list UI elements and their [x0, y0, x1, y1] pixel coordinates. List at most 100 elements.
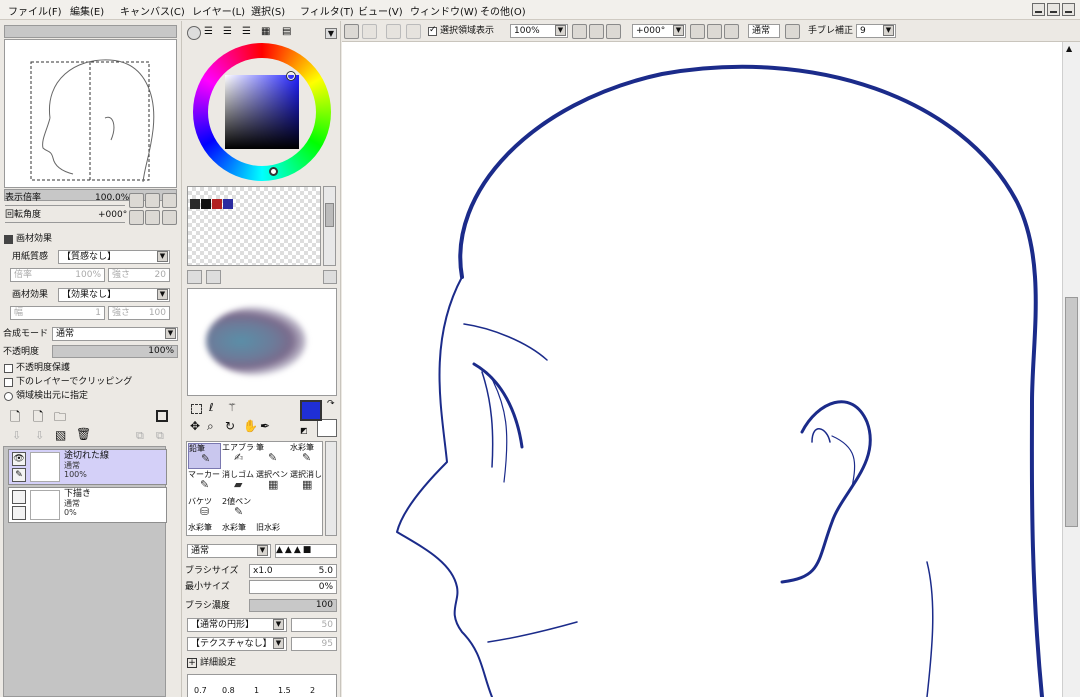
vertical-scrollbar[interactable]: ▲ [1062, 42, 1080, 697]
close-icon[interactable] [1062, 3, 1075, 16]
tool-airbrush[interactable]: エアブラシ✍ [222, 443, 255, 469]
saturation-value-square[interactable] [225, 75, 299, 149]
tool-bucket[interactable]: バケツ ⛁ [188, 497, 221, 523]
chevron-down-icon[interactable]: ▼ [325, 28, 337, 39]
pen-icon[interactable]: ✎ [12, 468, 26, 482]
zoom-icon[interactable]: ⌕ [207, 419, 214, 434]
primary-color[interactable] [300, 400, 322, 421]
size-preset[interactable]: 2 [310, 686, 315, 695]
palette-swatch[interactable] [190, 199, 200, 209]
minimize-icon[interactable] [1032, 3, 1045, 16]
blend-mode-select[interactable]: 通常 [52, 327, 178, 341]
eye-icon[interactable]: 👁 [12, 452, 26, 466]
new-layer-2-icon[interactable]: 🗋 [33, 408, 43, 430]
rotate-reset-icon[interactable] [162, 210, 177, 225]
detail-settings-label[interactable]: 詳細設定 [200, 657, 236, 669]
palette-swatch[interactable] [212, 199, 222, 209]
zoom-out-icon[interactable] [572, 24, 587, 39]
scratchpad-icon[interactable]: ▤ [282, 26, 296, 40]
tool-watercolor-2[interactable]: 水彩筆 [188, 523, 221, 535]
tool-marker[interactable]: マーカー ✎ [188, 470, 221, 496]
zoom-reset-icon[interactable] [162, 193, 177, 208]
layer-row[interactable]: 下描き 通常 0% [8, 487, 167, 523]
clear-layer-icon[interactable]: ▧ [55, 428, 66, 442]
min-size-field[interactable]: 0% [249, 580, 337, 594]
menu-window[interactable]: ウィンドウ(W) [410, 3, 478, 18]
effect-select[interactable]: 【効果なし】 [58, 288, 170, 302]
palette-swatch[interactable] [223, 199, 233, 209]
scroll-thumb[interactable] [1065, 297, 1078, 527]
selection-visible-checkbox[interactable]: ✓ [428, 25, 437, 36]
zoom-in-icon[interactable] [589, 24, 604, 39]
hue-cursor[interactable] [269, 167, 278, 176]
menu-canvas[interactable]: キャンバス(C) [120, 3, 185, 18]
canvas[interactable] [342, 42, 1062, 697]
brush-edge-selector[interactable]: ▲▲▲■ [275, 544, 337, 558]
brush-texture-select[interactable]: 【テクスチャなし】 [187, 637, 287, 651]
zoom-slider[interactable] [5, 205, 125, 206]
palette-swatch[interactable] [201, 199, 211, 209]
undo-icon[interactable] [344, 24, 359, 39]
size-preset[interactable]: 0.7 [194, 686, 207, 695]
tool-watercolor[interactable]: 水彩筆 ✎ [290, 443, 323, 469]
menu-layer[interactable]: レイヤー(L) [192, 3, 245, 18]
move-icon[interactable]: ✥ [190, 419, 200, 433]
menu-select[interactable]: 選択(S) [251, 3, 285, 18]
size-preset[interactable]: 0.8 [222, 686, 235, 695]
tool-select-erase[interactable]: 選択消し ▦ [290, 470, 323, 496]
zoom-reset-icon[interactable] [606, 24, 621, 39]
menu-view[interactable]: ビュー(V) [358, 3, 403, 18]
scratch-clear-icon[interactable] [187, 270, 202, 284]
zoom-out-icon[interactable] [129, 193, 144, 208]
scratch-save-icon[interactable] [206, 270, 221, 284]
rgb-slider-icon[interactable]: ☰ [204, 26, 218, 40]
lock-toggle[interactable] [12, 506, 26, 520]
tool-brush[interactable]: 筆 ✎ [256, 443, 289, 469]
brush-shape-select[interactable]: 【通常の円形】 [187, 618, 287, 632]
visibility-toggle[interactable] [12, 490, 26, 504]
menu-edit[interactable]: 編集(E) [70, 3, 104, 18]
brush-size-field[interactable]: x1.0 5.0 [249, 564, 337, 578]
opacity-slider[interactable]: 100% [52, 345, 178, 358]
sv-cursor[interactable] [286, 71, 296, 81]
density-slider[interactable]: 100 [249, 599, 337, 612]
detect-source-radio[interactable] [4, 392, 13, 401]
layer-row-selected[interactable]: 👁 ✎ 途切れた線 通常 100% [8, 449, 167, 485]
size-preset[interactable]: 1.5 [278, 686, 291, 695]
tool-old-watercolor[interactable]: 旧水彩 [256, 523, 289, 535]
swatch-grid[interactable] [187, 186, 321, 266]
navigator-preview[interactable] [4, 39, 177, 188]
clipping-checkbox[interactable] [4, 378, 13, 387]
new-layer-icon[interactable]: 🗋 [10, 408, 20, 430]
menu-other[interactable]: その他(O) [480, 3, 526, 18]
tool-pencil[interactable]: 鉛筆 ✎ [188, 443, 221, 469]
swatch-icon[interactable]: ▦ [261, 26, 275, 40]
rotate-left-icon[interactable] [129, 210, 144, 225]
rotation-slider[interactable] [5, 222, 125, 223]
collapse-icon[interactable] [4, 235, 13, 244]
menu-file[interactable]: ファイル(F) [8, 3, 62, 18]
secondary-color[interactable] [317, 419, 337, 437]
expand-icon[interactable]: + [187, 658, 197, 668]
tool-watercolor-3[interactable]: 水彩筆 [222, 523, 255, 535]
trash-icon[interactable]: 🗑 [76, 427, 91, 441]
swap-colors-icon[interactable]: ↷ [327, 399, 335, 409]
protect-opacity-checkbox[interactable] [4, 364, 13, 373]
hand-icon[interactable]: ✋ [243, 419, 258, 433]
mixer-icon[interactable]: ☰ [242, 26, 256, 40]
tool-eraser[interactable]: 消しゴム ▰ [222, 470, 255, 496]
color-wheel-icon[interactable] [187, 26, 201, 40]
rotate-right-icon[interactable] [145, 210, 160, 225]
scratchpad[interactable] [187, 288, 337, 396]
scratch-menu-icon[interactable] [323, 270, 337, 284]
reset-colors-icon[interactable]: ◩ [300, 426, 308, 435]
zoom-in-icon[interactable] [145, 193, 160, 208]
tool-select-pen[interactable]: 選択ペン ▦ [256, 470, 289, 496]
paper-select[interactable]: 【質感なし】 [58, 250, 170, 264]
rotate-right-icon[interactable] [707, 24, 722, 39]
rotate-reset-icon[interactable] [724, 24, 739, 39]
magic-wand-icon[interactable]: ⚚ [227, 401, 237, 414]
rotate-left-icon[interactable] [690, 24, 705, 39]
rotate-icon[interactable]: ↻ [225, 419, 235, 433]
scroll-up-icon[interactable]: ▲ [1066, 44, 1072, 53]
